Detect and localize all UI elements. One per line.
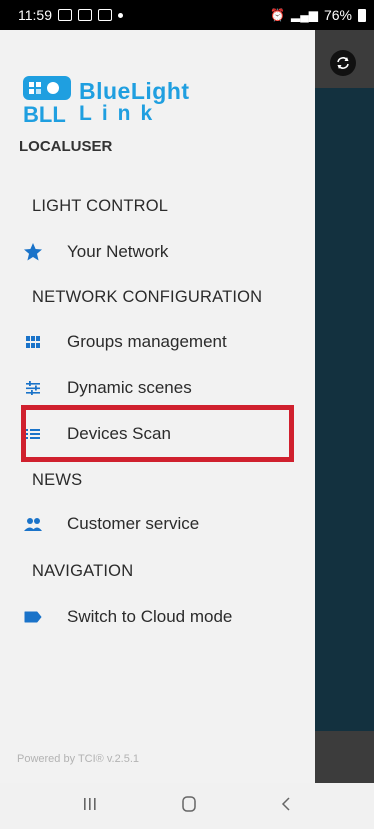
- grid-icon: [22, 331, 44, 353]
- recent-apps-icon: [83, 797, 96, 810]
- username: LOCALUSER: [19, 138, 113, 155]
- gallery-icon: [58, 9, 72, 21]
- logo-word-bluelight: BlueLight: [79, 78, 190, 104]
- menu-item-label: Dynamic scenes: [67, 378, 192, 397]
- back-button[interactable]: [279, 795, 293, 818]
- notification-dot-icon: [118, 12, 123, 18]
- bluelight-logo: BLL BlueLight Link: [23, 76, 223, 128]
- home-button[interactable]: [180, 794, 198, 819]
- menu-item-customer-service[interactable]: Customer service: [22, 507, 292, 541]
- menu-item-switch-to-cloud[interactable]: Switch to Cloud mode: [22, 600, 292, 634]
- voicemail-icon: [78, 9, 92, 21]
- highlight-box: [21, 405, 294, 462]
- section-network-configuration: NETWORK CONFIGURATION: [32, 288, 263, 306]
- section-light-control: LIGHT CONTROL: [32, 197, 169, 215]
- svg-text:BLL: BLL: [23, 102, 66, 126]
- navigation-drawer: BLL BlueLight Link LOCALUSER LIGHT CONTR…: [0, 30, 315, 783]
- home-icon: [182, 795, 196, 812]
- bll-logo-mark: BLL: [23, 76, 71, 126]
- back-icon: [282, 796, 290, 811]
- sync-button[interactable]: [330, 50, 356, 76]
- section-navigation: NAVIGATION: [32, 562, 134, 580]
- app-overlay[interactable]: [315, 30, 374, 783]
- people-icon: [22, 513, 44, 535]
- logo-word-link: Link: [79, 102, 163, 125]
- menu-item-label: Groups management: [67, 332, 227, 351]
- menu-item-label: Switch to Cloud mode: [67, 607, 233, 626]
- sliders-icon: [22, 377, 44, 399]
- menu-item-label: Customer service: [67, 514, 200, 533]
- system-nav-bar: [0, 783, 374, 829]
- label-icon: [22, 606, 44, 628]
- menu-item-your-network[interactable]: Your Network: [22, 235, 292, 269]
- status-time: 11:59: [18, 7, 52, 23]
- battery-icon: [358, 8, 366, 22]
- sync-icon: [337, 57, 349, 69]
- star-icon: [22, 241, 44, 263]
- status-bar: 11:59 ⏰ ▂▄▆ 76%: [0, 0, 374, 30]
- signal-icon: ▂▄▆: [291, 8, 318, 22]
- battery-level: 76%: [323, 7, 352, 23]
- menu-item-label: Your Network: [67, 242, 169, 261]
- section-news: NEWS: [32, 471, 83, 489]
- app-content-area: [315, 88, 374, 731]
- powered-by-text: Powered by TCI® v.2.5.1: [17, 753, 140, 765]
- menu-item-dynamic-scenes[interactable]: Dynamic scenes: [22, 371, 292, 405]
- alarm-icon: ⏰: [270, 8, 285, 22]
- menu-item-groups-management[interactable]: Groups management: [22, 325, 292, 359]
- message-icon: [98, 9, 112, 21]
- recent-apps-button[interactable]: [81, 795, 99, 818]
